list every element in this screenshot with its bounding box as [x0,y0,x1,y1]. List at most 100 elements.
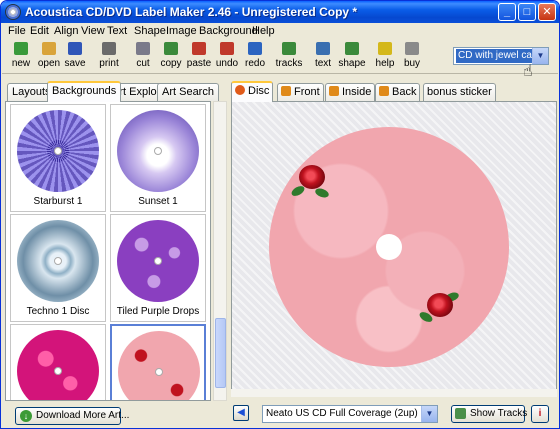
menu-bar: File Edit Align View Text Shape Image Ba… [2,23,558,40]
app-window: Acoustica CD/DVD Label Maker 2.46 - Unre… [0,0,560,429]
tracks-label: tracks [275,58,303,69]
tab-art-search[interactable]: Art Search [157,83,219,101]
techno-disc-image [17,220,99,302]
tab-disc-label: Disc [248,85,270,97]
tab-back[interactable]: Back [375,83,421,101]
inside-tab-icon [329,86,339,96]
show-tracks-label: Show Tracks [470,408,528,419]
case-type-select[interactable]: CD with jewel case ▼ [453,47,549,65]
arrow-left-icon[interactable]: ◀ [233,405,249,421]
menu-text[interactable]: Text [107,25,127,37]
purple-drops-disc-image [117,220,199,302]
thumbnails-scrollbar[interactable] [213,101,227,401]
printer-icon [102,42,116,55]
tab-inside[interactable]: Inside [325,83,376,101]
starburst-disc-image [17,110,99,192]
copy-icon [164,42,178,55]
minimize-button[interactable]: _ [498,3,516,21]
tab-front-label: Front [294,86,320,98]
save-disk-icon [68,42,82,55]
disc-center-hole [376,234,402,260]
menu-view[interactable]: View [81,25,105,37]
case-type-value: CD with jewel case [456,49,532,63]
label-editor-panel: Disc Front Inside Back bonus sticker [229,81,557,428]
background-thumbnails: Starburst 1 Sunset 1 Techno 1 Disc Tiled… [5,101,211,401]
tab-backgrounds[interactable]: Backgrounds [47,81,122,102]
info-button[interactable]: i [531,405,549,423]
redo-icon [248,42,262,55]
menu-background[interactable]: Background [199,25,258,37]
paste-icon [192,42,206,55]
buy-icon [405,42,419,55]
front-tab-icon [281,86,291,96]
show-tracks-button[interactable]: Show Tracks [451,405,528,423]
menu-align[interactable]: Align [54,25,78,37]
text-icon [316,42,330,55]
disc-tab-icon [235,85,245,95]
thumbnail-magenta[interactable] [10,324,106,400]
maximize-button[interactable]: □ [518,3,536,21]
magenta-disc-image [17,330,99,400]
shape-icon [345,42,359,55]
tab-front[interactable]: Front [277,83,324,101]
undo-icon [220,42,234,55]
scrollbar-thumb[interactable] [215,318,226,388]
tracks-icon [282,42,296,55]
thumbnail-sunset[interactable]: Sunset 1 [110,104,206,212]
layout-bar: ◀ Neato US CD Full Coverage (2up) ▼ Show… [229,403,557,427]
roses-disc-image [118,331,200,400]
thumbnail-label: Starburst 1 [33,196,83,207]
title-bar[interactable]: Acoustica CD/DVD Label Maker 2.46 - Unre… [1,1,559,23]
help-icon [378,42,392,55]
redo-button[interactable]: redo [238,42,272,72]
shape-label: shape [338,58,366,69]
canvas-scrollbar[interactable] [231,389,557,397]
chevron-down-icon[interactable]: ▼ [532,48,548,64]
thumbnail-starburst[interactable]: Starburst 1 [10,104,106,212]
paper-layout-value: Neato US CD Full Coverage (2up) [266,408,418,419]
print-button[interactable]: print [92,42,126,72]
thumbnail-purple-drops[interactable]: Tiled Purple Drops [110,214,206,322]
menu-help[interactable]: Help [252,25,275,37]
save-label: save [64,58,86,69]
download-more-art-button[interactable]: ↓ Download More Art... [15,407,129,425]
tab-bonus-sticker[interactable]: bonus sticker [423,83,496,101]
disc-design-canvas[interactable] [231,101,557,397]
app-disc-icon [5,4,21,20]
menu-file[interactable]: File [8,25,26,37]
thumbnail-roses[interactable] [110,324,206,400]
menu-image[interactable]: Image [166,25,197,37]
tab-back-label: Back [392,86,417,98]
art-panel: Layouts Backgrounds Art Explore Art Sear… [3,81,227,428]
chevron-down-icon[interactable]: ▼ [421,406,437,422]
redo-label: redo [244,58,265,69]
close-button[interactable]: ✕ [538,3,556,21]
paper-layout-select[interactable]: Neato US CD Full Coverage (2up) ▼ [262,405,438,423]
save-button[interactable]: save [58,42,92,72]
menu-edit[interactable]: Edit [30,25,49,37]
thumbnail-label: Techno 1 Disc [26,306,90,317]
buy-button[interactable]: buy [395,42,429,72]
rose-image-top[interactable] [289,163,331,200]
tab-inside-label: Inside [342,86,372,98]
download-icon: ↓ [20,410,32,422]
rose-image-bottom[interactable] [417,287,460,324]
thumbnail-label: Tiled Purple Drops [116,306,200,317]
open-folder-icon [42,42,56,55]
thumbnail-techno[interactable]: Techno 1 Disc [10,214,106,322]
tracks-list-icon [455,408,466,419]
new-icon [14,42,28,55]
thumbnail-label: Sunset 1 [138,196,178,207]
tracks-button[interactable]: tracks [272,42,306,72]
buy-label: buy [403,58,421,69]
cd-label-preview[interactable] [269,127,509,367]
window-title: Acoustica CD/DVD Label Maker 2.46 - Unre… [25,5,358,19]
sunset-disc-image [117,110,199,192]
hand-cursor-icon: ☝ [523,63,533,80]
download-label: Download More Art... [36,410,130,421]
back-tab-icon [379,86,389,96]
tab-disc[interactable]: Disc [231,81,274,102]
scissors-icon [136,42,150,55]
shape-button[interactable]: shape [335,42,369,72]
menu-shape[interactable]: Shape [134,25,166,37]
